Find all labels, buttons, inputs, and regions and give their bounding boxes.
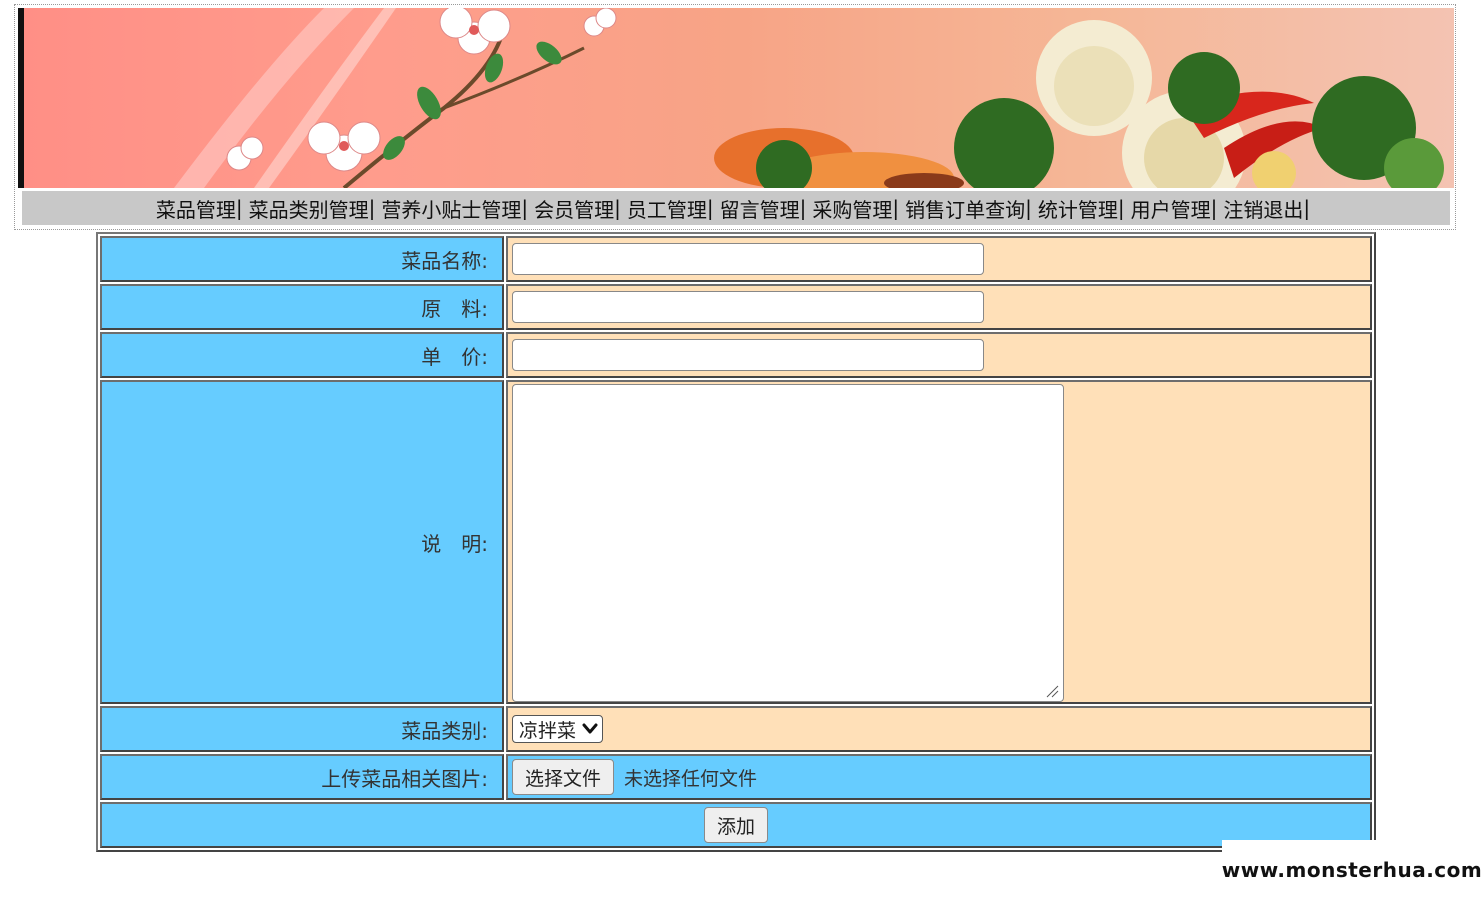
- nav-separator: |: [1117, 196, 1125, 220]
- choose-file-button[interactable]: 选择文件: [512, 759, 615, 795]
- category-label: 菜品类别:: [100, 706, 504, 752]
- add-dish-form: 菜品名称: 原 料: 单 价: 说 明: 菜品类别: 凉拌菜 上传菜品相关图片:…: [96, 232, 1376, 852]
- nav-separator: |: [1303, 196, 1311, 220]
- file-status-text: 未选择任何文件: [624, 767, 758, 790]
- nav-separator: |: [892, 196, 900, 220]
- main-nav: 菜品管理 | 菜品类别管理 | 营养小贴士管理 | 会员管理 | 员工管理 | 留言管理 |…: [22, 191, 1450, 225]
- nav-item-purchase-management[interactable]: 采购管理: [812, 194, 892, 223]
- add-button[interactable]: 添加: [703, 807, 768, 843]
- description-cell: [506, 380, 1372, 704]
- price-cell: [506, 332, 1372, 378]
- nav-item-user-management[interactable]: 用户管理: [1131, 194, 1211, 223]
- price-input[interactable]: [512, 339, 984, 371]
- nav-separator: |: [1025, 196, 1032, 220]
- form-row-category: 菜品类别: 凉拌菜: [100, 706, 1372, 752]
- form-row-submit: 添加: [100, 802, 1372, 848]
- image-upload-cell: 选择文件 未选择任何文件: [506, 754, 1372, 800]
- category-selected-value: 凉拌菜: [519, 719, 577, 742]
- nav-item-sales-order-query[interactable]: 销售订单查询: [905, 194, 1025, 223]
- material-cell: [506, 284, 1372, 330]
- submit-cell: 添加: [100, 802, 1372, 848]
- dish-name-label: 菜品名称:: [100, 236, 504, 282]
- nav-item-nutrition-tips-management[interactable]: 营养小贴士管理: [381, 194, 521, 223]
- nav-separator: |: [614, 196, 621, 220]
- description-label: 说 明:: [100, 380, 504, 704]
- chevron-down-icon: [582, 723, 598, 734]
- dish-name-cell: [506, 236, 1372, 282]
- nav-separator: |: [706, 196, 714, 220]
- category-select[interactable]: 凉拌菜: [512, 715, 604, 743]
- form-row-material: 原 料:: [100, 284, 1372, 330]
- nav-separator: |: [521, 196, 529, 220]
- price-label: 单 价:: [100, 332, 504, 378]
- nav-item-message-management[interactable]: 留言管理: [720, 194, 800, 223]
- image-upload-label: 上传菜品相关图片:: [100, 754, 504, 800]
- description-textarea[interactable]: [512, 384, 1064, 702]
- form-row-name: 菜品名称:: [100, 236, 1372, 282]
- nav-item-statistics-management[interactable]: 统计管理: [1038, 194, 1118, 223]
- banner-illustration: [174, 8, 1444, 188]
- nav-separator: |: [235, 196, 243, 220]
- material-label: 原 料:: [100, 284, 504, 330]
- nav-item-dish-category-management[interactable]: 菜品类别管理: [249, 194, 369, 223]
- form-row-price: 单 价:: [100, 332, 1372, 378]
- nav-separator: |: [1210, 196, 1218, 220]
- dish-name-input[interactable]: [512, 243, 984, 275]
- resize-grip-icon[interactable]: [1045, 684, 1059, 698]
- form-row-image: 上传菜品相关图片: 选择文件 未选择任何文件: [100, 754, 1372, 800]
- watermark: www.monsterhua.com: [1222, 840, 1482, 900]
- nav-item-member-management[interactable]: 会员管理: [534, 194, 614, 223]
- category-cell: 凉拌菜: [506, 706, 1372, 752]
- nav-separator: |: [368, 196, 376, 220]
- material-input[interactable]: [512, 291, 984, 323]
- nav-item-logout[interactable]: 注销退出: [1223, 194, 1303, 223]
- nav-item-staff-management[interactable]: 员工管理: [627, 194, 707, 223]
- nav-separator: |: [799, 196, 807, 220]
- nav-item-dish-management[interactable]: 菜品管理: [156, 194, 236, 223]
- header-banner-image: [18, 8, 1454, 188]
- form-row-description: 说 明:: [100, 380, 1372, 704]
